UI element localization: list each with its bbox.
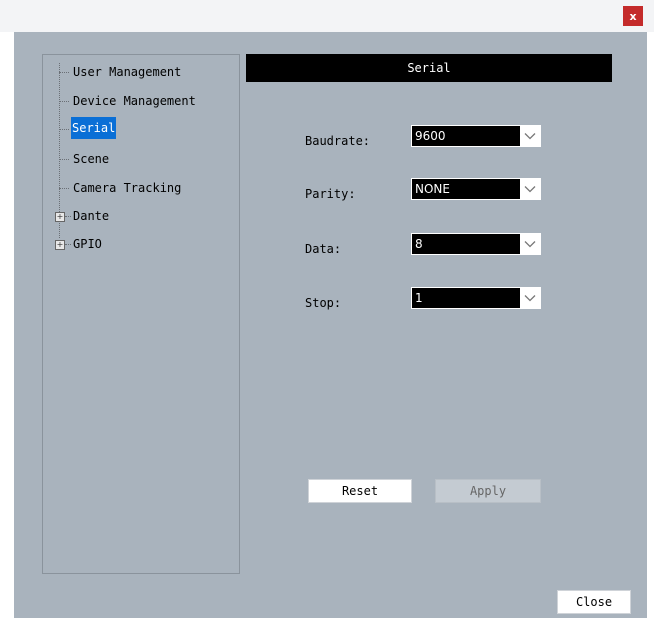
stop-bits-value: 1 xyxy=(415,291,423,305)
window-close-button[interactable]: x xyxy=(623,6,643,26)
tree-branch xyxy=(65,244,71,245)
parity-value: NONE xyxy=(415,182,450,196)
chevron-down-icon[interactable] xyxy=(520,126,540,146)
settings-tree: User Management Device Management Serial… xyxy=(42,54,240,574)
expand-dante-icon[interactable]: + xyxy=(55,212,65,222)
expand-gpio-icon[interactable]: + xyxy=(55,240,65,250)
tree-item-label: Scene xyxy=(73,152,110,166)
baudrate-select[interactable]: 9600 xyxy=(411,125,541,147)
tree-item-label: Camera Tracking xyxy=(73,181,182,195)
chevron-down-icon[interactable] xyxy=(520,288,540,308)
reset-button[interactable]: Reset xyxy=(308,479,412,503)
data-bits-value: 8 xyxy=(415,237,423,251)
tree-branch xyxy=(59,72,69,73)
tree-item-label: Dante xyxy=(73,209,110,223)
chevron-down-icon[interactable] xyxy=(520,234,540,254)
apply-button[interactable]: Apply xyxy=(435,479,541,503)
parity-select[interactable]: NONE xyxy=(411,178,541,200)
tree-item-label: User Management xyxy=(73,65,182,79)
chevron-down-icon[interactable] xyxy=(520,179,540,199)
tree-branch xyxy=(59,159,69,160)
data-bits-label: Data: xyxy=(305,242,342,256)
tree-item-label: Device Management xyxy=(73,94,196,108)
baudrate-value: 9600 xyxy=(415,129,446,143)
panel-title: Serial xyxy=(246,54,612,82)
title-bar: x xyxy=(0,0,654,32)
stop-bits-label: Stop: xyxy=(305,296,342,310)
tree-branch xyxy=(59,101,69,102)
tree-item-label: GPIO xyxy=(73,237,102,251)
parity-label: Parity: xyxy=(305,187,356,201)
settings-dialog: User Management Device Management Serial… xyxy=(14,32,647,618)
baudrate-label: Baudrate: xyxy=(305,134,371,148)
tree-branch xyxy=(59,188,69,189)
tree-branch xyxy=(65,216,71,217)
data-bits-select[interactable]: 8 xyxy=(411,233,541,255)
stop-bits-select[interactable]: 1 xyxy=(411,287,541,309)
close-button[interactable]: Close xyxy=(557,590,631,614)
tree-branch xyxy=(59,129,69,130)
tree-item-label: Serial xyxy=(71,117,117,139)
